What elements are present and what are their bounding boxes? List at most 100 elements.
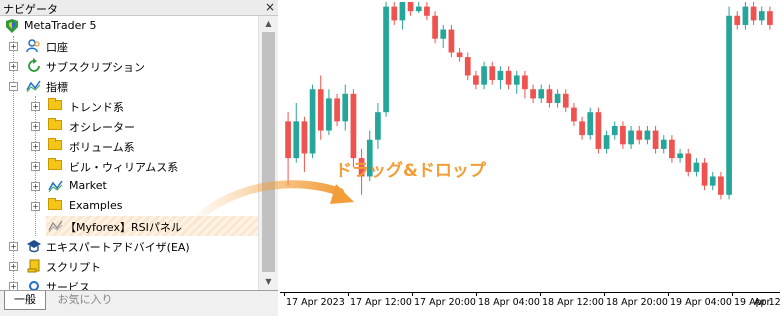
navigator-scrollbar[interactable]: ▲ ▼ xyxy=(258,16,278,290)
tree-item-indicators[interactable]: − 指標 xyxy=(0,76,258,96)
candle-body xyxy=(473,75,479,85)
navigator-tree: MetaTrader 5 + 口座 + サブスクリプション − 指標 + トレン… xyxy=(0,16,258,290)
candle-body xyxy=(407,2,414,12)
candle-body xyxy=(489,66,496,81)
tree-item-volumes[interactable]: + ボリューム系 xyxy=(0,136,258,156)
candle-body xyxy=(628,130,634,145)
tree-item-metatrader[interactable]: MetaTrader 5 xyxy=(0,16,258,36)
tree-item-oscillators[interactable]: + オシレーター xyxy=(0,116,258,136)
candle-body xyxy=(758,11,765,21)
folder-icon xyxy=(48,138,62,150)
candle-body xyxy=(726,15,732,195)
tree-item-rsi-panel[interactable]: 【Myforex】RSIパネル xyxy=(46,216,258,236)
candle-body xyxy=(677,153,683,159)
tree-item-label: Examples xyxy=(69,199,123,212)
tree-item-label: サブスクリプション xyxy=(46,61,145,74)
expand-icon[interactable]: + xyxy=(31,182,40,191)
candle-body xyxy=(603,135,610,149)
time-tick xyxy=(284,293,285,296)
candle-body xyxy=(718,176,724,195)
time-label: 18 Apr 04:00 xyxy=(478,297,540,308)
tree-item-market[interactable]: + Market xyxy=(0,176,258,196)
close-icon[interactable]: × xyxy=(265,0,275,14)
candle-body xyxy=(767,11,773,25)
expand-icon[interactable]: + xyxy=(9,42,18,51)
tree-item-label: 指標 xyxy=(46,81,68,94)
tree-item-services[interactable]: + サービス xyxy=(0,276,258,290)
candle-body xyxy=(301,121,308,154)
time-tick xyxy=(476,293,477,296)
tab-favorites[interactable]: お気に入り xyxy=(50,291,120,309)
tree-item-trend[interactable]: + トレンド系 xyxy=(0,96,258,116)
tree-item-label: スクリプト xyxy=(46,261,101,274)
candle-body xyxy=(513,75,520,85)
time-tick xyxy=(668,293,669,296)
services-icon xyxy=(26,278,42,290)
candle-body xyxy=(334,98,340,122)
expand-icon[interactable]: + xyxy=(9,62,18,71)
time-tick xyxy=(732,293,733,296)
candle-body xyxy=(424,6,430,16)
expand-icon[interactable]: + xyxy=(31,202,40,211)
time-label: 19 Apr 04:00 xyxy=(670,297,732,308)
folder-icon xyxy=(48,98,62,110)
indicators-icon xyxy=(26,78,42,94)
scroll-up-icon[interactable]: ▲ xyxy=(259,16,278,32)
expand-icon[interactable]: + xyxy=(9,242,18,251)
candle-body xyxy=(685,153,692,172)
expand-icon[interactable]: + xyxy=(9,282,18,290)
candle-body xyxy=(587,112,594,136)
candle-body xyxy=(562,93,569,108)
navigator-tabs: 一般 お気に入り xyxy=(0,290,278,316)
candle-body xyxy=(375,112,381,140)
scroll-thumb[interactable] xyxy=(262,32,275,272)
tree-item-label: MetaTrader 5 xyxy=(24,19,97,32)
collapse-icon[interactable]: − xyxy=(9,82,18,91)
expand-icon[interactable]: + xyxy=(31,102,40,111)
tree-item-label: エキスパートアドバイザ(EA) xyxy=(46,241,190,254)
tab-general[interactable]: 一般 xyxy=(4,291,46,310)
candle-body xyxy=(440,29,447,39)
scroll-down-icon[interactable]: ▼ xyxy=(259,274,278,290)
tree-item-subscriptions[interactable]: + サブスクリプション xyxy=(0,56,258,76)
candle-body xyxy=(342,93,349,122)
time-label: 18 Apr 12:00 xyxy=(542,297,604,308)
tree-item-label: Market xyxy=(69,179,107,192)
tree-item-accounts[interactable]: + 口座 xyxy=(0,36,258,56)
candle-body xyxy=(505,70,512,85)
candle-body xyxy=(293,121,300,159)
candle-body xyxy=(415,6,422,12)
candle-body xyxy=(636,130,643,140)
time-tick xyxy=(540,293,541,296)
time-tick xyxy=(412,293,413,296)
expand-icon[interactable]: + xyxy=(31,162,40,171)
candle-body xyxy=(644,130,651,140)
expand-icon[interactable]: + xyxy=(31,142,40,151)
candle-body xyxy=(391,6,398,21)
candle-body xyxy=(750,6,757,21)
expand-icon[interactable]: + xyxy=(9,262,18,271)
candle-body xyxy=(285,121,291,159)
tree-item-examples[interactable]: + Examples xyxy=(0,196,258,216)
navigator-title-bar: ナビゲータ × xyxy=(0,0,278,16)
tree-item-label: 口座 xyxy=(46,41,68,54)
navigator-panel: ナビゲータ × MetaTrader 5 + 口座 + サブスクリプション − … xyxy=(0,0,278,316)
time-label: 17 Apr 20:00 xyxy=(414,297,476,308)
folder-icon xyxy=(48,118,62,130)
tree-item-bill-williams[interactable]: + ビル・ウィリアムス系 xyxy=(0,156,258,176)
expert-advisor-icon xyxy=(26,238,42,254)
candle-body xyxy=(546,89,553,103)
candle-body xyxy=(464,57,471,76)
time-label: 17 Apr 2023 xyxy=(286,297,345,308)
folder-icon xyxy=(48,198,62,210)
candle-body xyxy=(497,70,504,81)
candle-body xyxy=(571,107,577,122)
expand-icon[interactable]: + xyxy=(31,122,40,131)
candle-body xyxy=(530,89,536,99)
candle-body xyxy=(399,2,406,21)
candle-body xyxy=(701,162,708,186)
scripts-icon xyxy=(26,258,42,274)
tree-item-expert-advisors[interactable]: + エキスパートアドバイザ(EA) xyxy=(0,236,258,256)
tree-item-scripts[interactable]: + スクリプト xyxy=(0,256,258,276)
candle-body xyxy=(432,15,438,39)
